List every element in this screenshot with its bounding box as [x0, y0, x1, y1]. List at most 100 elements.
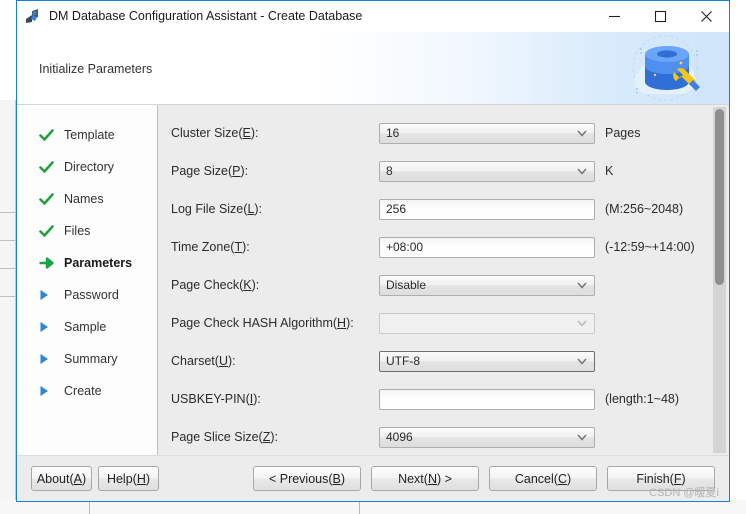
- background-window-cell-2: [90, 500, 360, 514]
- chevron-down-icon: [577, 126, 587, 140]
- left-button-group: About(A) Help(H): [31, 466, 159, 491]
- log-file-size-input[interactable]: 256: [379, 198, 595, 220]
- close-button[interactable]: [683, 1, 729, 31]
- scrollbar-thumb[interactable]: [715, 109, 724, 285]
- chevron-down-icon: [577, 164, 587, 178]
- page-check-value: Disable: [386, 278, 427, 292]
- help-button[interactable]: Help(H): [98, 466, 159, 491]
- time-zone-suffix: (-12:59~+14:00): [605, 240, 695, 254]
- sidebar-item-sample[interactable]: Sample: [17, 311, 157, 343]
- page-size-suffix: K: [605, 164, 614, 178]
- form-row-page-check: Page Check(K): Disable: [158, 266, 729, 304]
- button-bar: About(A) Help(H) < Previous(B) Next(N) >…: [17, 455, 729, 501]
- time-zone-field[interactable]: +08:00: [379, 236, 595, 258]
- charset-value: UTF-8: [386, 354, 420, 368]
- sidebar-item-files[interactable]: Files: [17, 215, 157, 247]
- cluster-size-combo[interactable]: 16: [379, 122, 595, 144]
- usbkey-pin-input[interactable]: [379, 388, 595, 410]
- page-slice-size-value: 4096: [386, 430, 413, 444]
- page-title: Initialize Parameters: [39, 62, 153, 76]
- parameters-panel: Cluster Size(E): 16 Pages Page Size(P):: [158, 105, 729, 455]
- sidebar-item-names[interactable]: Names: [17, 183, 157, 215]
- usbkey-pin-field[interactable]: [379, 388, 595, 410]
- page-check-label: Page Check(K):: [171, 278, 260, 292]
- arrow-right-icon: [39, 257, 57, 269]
- triangle-right-icon: [39, 321, 57, 333]
- form-row-page-size: Page Size(P): 8 K: [158, 152, 729, 190]
- page-size-value: 8: [386, 164, 393, 178]
- sidebar-item-label: Summary: [64, 352, 118, 366]
- parameters-form: Cluster Size(E): 16 Pages Page Size(P):: [158, 105, 729, 455]
- dm-database-app-icon: [25, 8, 41, 24]
- form-row-page-check-hash-algorithm: Page Check HASH Algorithm(H):: [158, 304, 729, 342]
- maximize-button[interactable]: [637, 1, 683, 31]
- previous-button[interactable]: < Previous(B): [253, 466, 361, 491]
- chevron-down-icon: [577, 316, 587, 330]
- steps-sidebar: Template Directory Names Files Parameter…: [17, 105, 158, 455]
- database-wrench-illustration: [607, 30, 717, 106]
- time-zone-input[interactable]: +08:00: [379, 236, 595, 258]
- sidebar-item-create[interactable]: Create: [17, 375, 157, 407]
- log-file-size-field[interactable]: 256: [379, 198, 595, 220]
- sidebar-item-summary[interactable]: Summary: [17, 343, 157, 375]
- banner: Initialize Parameters: [17, 32, 729, 105]
- page-size-combo[interactable]: 8: [379, 160, 595, 182]
- sidebar-item-directory[interactable]: Directory: [17, 151, 157, 183]
- chevron-down-icon: [577, 278, 587, 292]
- background-window-cell-3: [360, 500, 746, 514]
- usbkey-pin-suffix: (length:1~48): [605, 392, 680, 406]
- sidebar-item-label: Template: [64, 128, 115, 142]
- next-button[interactable]: Next(N) >: [371, 466, 479, 491]
- page-check-field[interactable]: Disable: [379, 274, 595, 296]
- time-zone-label: Time Zone(T):: [171, 240, 250, 254]
- title-bar[interactable]: DM Database Configuration Assistant - Cr…: [17, 1, 729, 32]
- page-check-hash-algorithm-combo: [379, 312, 595, 334]
- watermark: CSDN @暖夏i: [649, 487, 719, 499]
- sidebar-item-label: Sample: [64, 320, 107, 334]
- charset-field[interactable]: UTF-8: [379, 350, 595, 372]
- form-row-page-slice-size: Page Slice Size(Z): 4096: [158, 418, 729, 455]
- cluster-size-field[interactable]: 16: [379, 122, 595, 144]
- create-database-dialog: DM Database Configuration Assistant - Cr…: [16, 0, 730, 502]
- sidebar-item-label: Password: [64, 288, 119, 302]
- chevron-down-icon: [577, 354, 587, 368]
- background-window-left-edge: [0, 100, 16, 514]
- page-slice-size-field[interactable]: 4096: [379, 426, 595, 448]
- page-size-field[interactable]: 8: [379, 160, 595, 182]
- cluster-size-suffix: Pages: [605, 126, 641, 140]
- page-check-hash-algorithm-field: [379, 312, 595, 334]
- log-file-size-label: Log File Size(L):: [171, 202, 263, 216]
- page-check-combo[interactable]: Disable: [379, 274, 595, 296]
- minimize-button[interactable]: [591, 1, 637, 31]
- sidebar-item-label: Names: [64, 192, 104, 206]
- sidebar-item-label: Directory: [64, 160, 115, 174]
- dialog-body: Template Directory Names Files Parameter…: [17, 105, 729, 455]
- form-row-cluster-size: Cluster Size(E): 16 Pages: [158, 114, 729, 152]
- page-slice-size-combo[interactable]: 4096: [379, 426, 595, 448]
- page-check-hash-algorithm-label: Page Check HASH Algorithm(H):: [171, 316, 354, 330]
- log-file-size-value: 256: [386, 202, 407, 216]
- about-button[interactable]: About(A): [31, 466, 92, 491]
- check-icon: [39, 224, 57, 238]
- sidebar-item-label: Create: [64, 384, 102, 398]
- vertical-scrollbar[interactable]: [713, 107, 726, 453]
- right-button-group: < Previous(B) Next(N) > Cancel(C) Finish…: [253, 466, 715, 491]
- chevron-down-icon: [577, 430, 587, 444]
- background-window-cell-1: [0, 500, 90, 514]
- sidebar-item-parameters[interactable]: Parameters: [17, 247, 157, 279]
- form-row-charset: Charset(U): UTF-8: [158, 342, 729, 380]
- form-row-log-file-size: Log File Size(L): 256 (M:256~2048): [158, 190, 729, 228]
- cancel-button[interactable]: Cancel(C): [489, 466, 597, 491]
- sidebar-item-template[interactable]: Template: [17, 119, 157, 151]
- charset-label: Charset(U):: [171, 354, 236, 368]
- sidebar-item-password[interactable]: Password: [17, 279, 157, 311]
- check-icon: [39, 128, 57, 142]
- triangle-right-icon: [39, 353, 57, 365]
- time-zone-value: +08:00: [386, 240, 424, 254]
- form-row-time-zone: Time Zone(T): +08:00 (-12:59~+14:00): [158, 228, 729, 266]
- check-icon: [39, 192, 57, 206]
- charset-combo[interactable]: UTF-8: [379, 350, 595, 372]
- cluster-size-label: Cluster Size(E):: [171, 126, 259, 140]
- log-file-size-suffix: (M:256~2048): [605, 202, 684, 216]
- page-slice-size-label: Page Slice Size(Z):: [171, 430, 278, 444]
